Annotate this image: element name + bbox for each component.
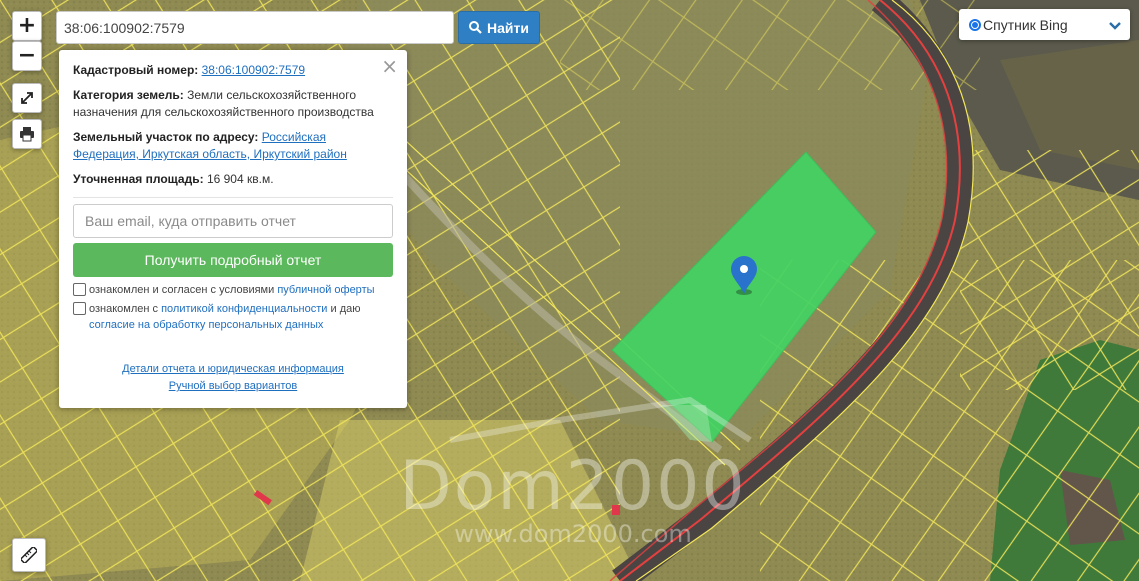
close-icon[interactable]: × [381,54,398,78]
manual-selection-link[interactable]: Ручной выбор вариантов [169,378,297,395]
privacy-consent-row: ознакомлен с политикой конфиденциальност… [73,301,393,333]
offer-consent-row: ознакомлен и согласен с условиями публич… [73,282,393,298]
public-offer-link[interactable]: публичной оферты [277,284,374,296]
address-label: Земельный участок по адресу: [73,130,259,144]
search-button[interactable]: Найти [458,11,540,44]
divider [73,197,393,198]
print-icon [20,127,34,142]
offer-text: ознакомлен и согласен с условиями [89,284,275,296]
ruler-icon [21,547,37,563]
address-row: Земельный участок по адресу: Российская … [73,129,393,163]
area-label: Уточненная площадь: [73,172,204,186]
privacy-policy-link[interactable]: политикой конфиденциальности [161,303,327,315]
search-input[interactable] [56,11,454,44]
zoom-in-button[interactable]: + [12,11,42,41]
area-unit: кв.м. [246,172,274,186]
parcel-info-panel: × Кадастровый номер: 38:06:100902:7579 К… [59,50,407,408]
print-button[interactable] [12,119,42,149]
area-row: Уточненная площадь: 16 904 кв.м. [73,171,393,188]
footer-links: Детали отчета и юридическая информация Р… [73,361,393,395]
category-row: Категория земель: Земли сельскохозяйстве… [73,87,393,121]
expand-icon [21,92,33,104]
chevron-down-icon [1109,17,1121,33]
get-report-button[interactable]: Получить подробный отчет [73,243,393,277]
zoom-out-button[interactable]: − [12,41,42,71]
fullscreen-button[interactable] [12,83,42,113]
cadastral-number-link[interactable]: 38:06:100902:7579 [202,63,305,77]
measure-button[interactable] [12,538,46,572]
report-details-link[interactable]: Детали отчета и юридическая информация [122,361,344,378]
privacy-checkbox[interactable] [73,302,86,315]
layer-radio[interactable] [969,18,981,31]
search-button-label: Найти [487,19,529,36]
red-parcel [612,505,620,515]
area-value: 16 904 [206,172,244,186]
privacy-text: ознакомлен с [89,303,159,315]
privacy-text-2: и даю [330,303,361,315]
cadastral-label: Кадастровый номер: [73,63,199,77]
email-field[interactable] [73,204,393,238]
search-icon [469,21,482,34]
layer-select-label: Спутник Bing [983,16,1068,33]
category-label: Категория земель: [73,88,184,102]
cadastral-row: Кадастровый номер: 38:06:100902:7579 [73,62,393,79]
layer-select[interactable]: Спутник Bing [959,9,1130,40]
data-consent-link[interactable]: согласие на обработку персональных данны… [89,319,323,331]
offer-checkbox[interactable] [73,283,86,296]
